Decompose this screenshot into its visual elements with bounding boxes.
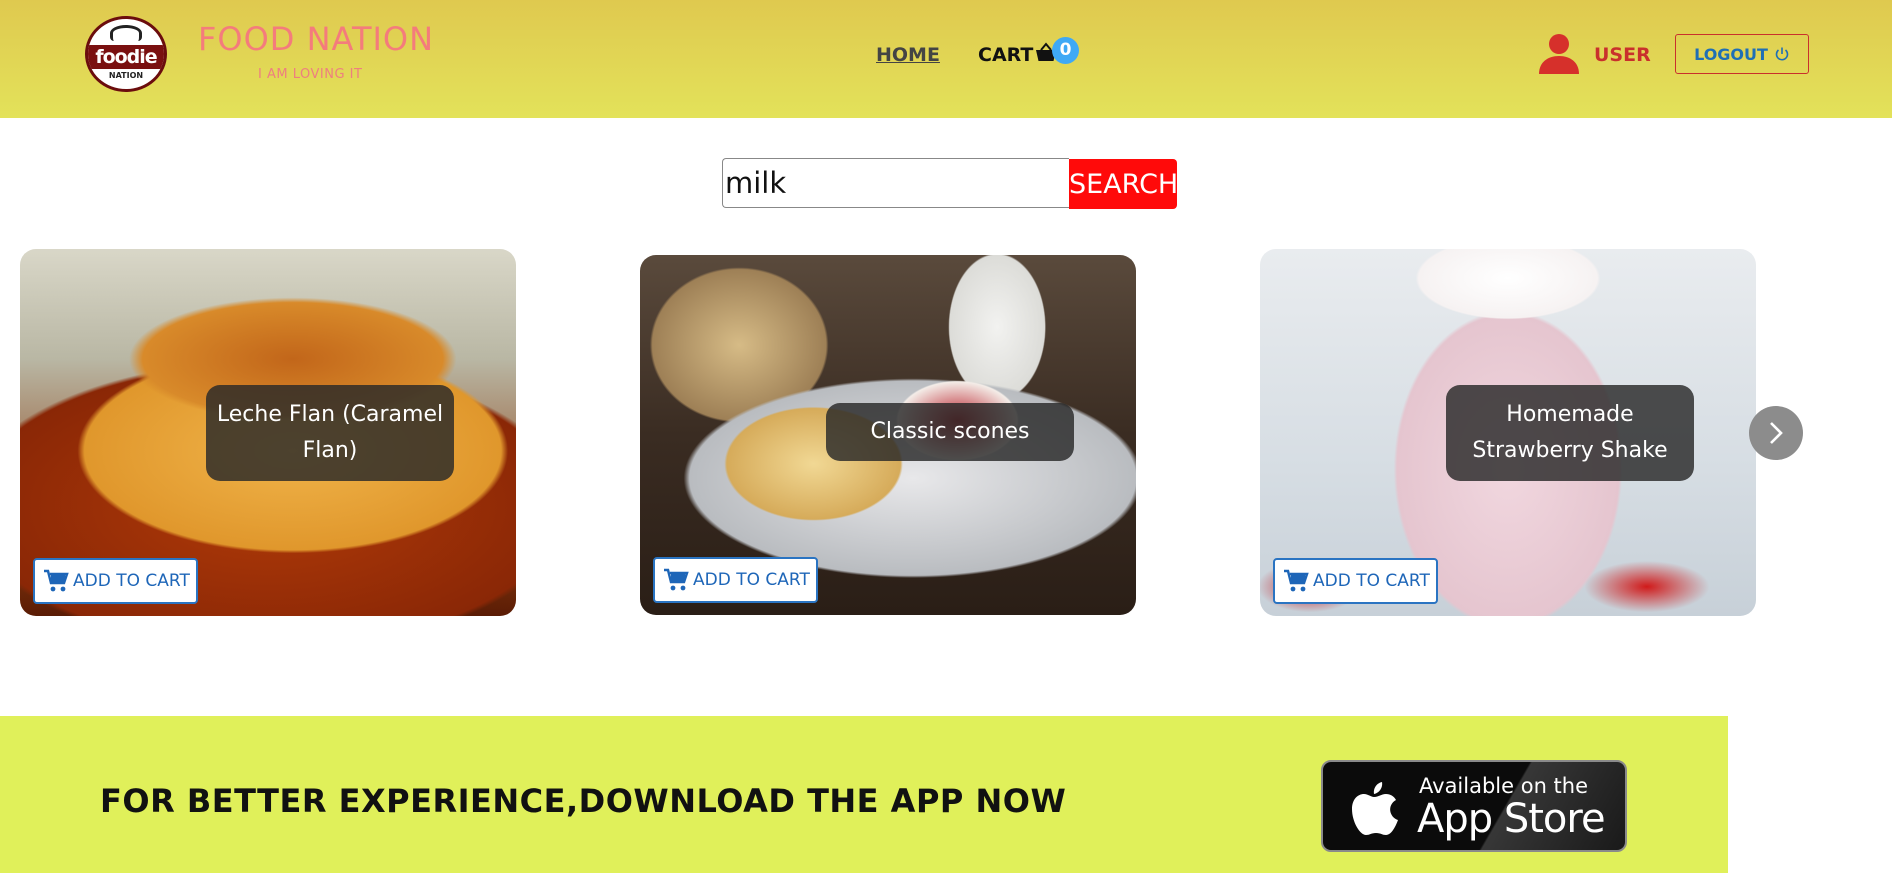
cart-icon [664,568,689,591]
logout-label: LOGOUT [1694,44,1768,64]
brand-title: FOOD NATION [198,20,435,58]
nav-cart-link[interactable]: CART [978,44,1033,66]
add-to-cart-label: ADD TO CART [693,570,810,590]
appstore-small-text: Available on the [1419,774,1589,798]
recipe-title: Classic scones [826,403,1074,461]
search-button[interactable]: SEARCH [1069,159,1178,209]
cart-icon [44,569,69,592]
user-label[interactable]: USER [1594,44,1651,66]
recipe-card[interactable]: Classic scones ADD TO CART [640,255,1136,615]
chef-hat-icon [110,25,142,41]
recipe-card[interactable]: Homemade Strawberry Shake ADD TO CART [1260,249,1756,616]
banner-text: FOR BETTER EXPERIENCE,DOWNLOAD THE APP N… [100,782,1067,820]
foodie-nation-logo[interactable]: foodie NATION [85,16,167,92]
chevron-right-icon [1770,422,1783,444]
brand-tagline: I AM LOVING IT [258,67,363,82]
logo-word: foodie [95,46,157,68]
search-input[interactable] [722,158,1069,208]
user-icon[interactable] [1538,32,1580,74]
carousel-next-button[interactable] [1749,406,1803,460]
add-to-cart-button[interactable]: ADD TO CART [33,558,198,604]
add-to-cart-button[interactable]: ADD TO CART [1273,558,1438,604]
recipe-card[interactable]: Leche Flan (Caramel Flan) ADD TO CART [20,249,516,616]
logo-sub: NATION [108,71,144,80]
power-icon [1775,47,1789,61]
recipe-title: Homemade Strawberry Shake [1446,385,1694,481]
add-to-cart-label: ADD TO CART [73,571,190,591]
appstore-big-text: App Store [1417,796,1606,842]
top-header: foodie NATION FOOD NATION I AM LOVING IT… [0,0,1892,118]
logout-button[interactable]: LOGOUT [1675,34,1809,74]
add-to-cart-button[interactable]: ADD TO CART [653,557,818,603]
cart-icon [1284,569,1309,592]
apple-icon [1352,782,1398,835]
add-to-cart-label: ADD TO CART [1313,571,1430,591]
app-store-badge[interactable]: Available on the App Store [1321,760,1627,852]
cart-count-badge: 0 [1052,37,1079,64]
nav-home-link[interactable]: HOME [876,44,940,66]
recipe-title: Leche Flan (Caramel Flan) [206,385,454,481]
